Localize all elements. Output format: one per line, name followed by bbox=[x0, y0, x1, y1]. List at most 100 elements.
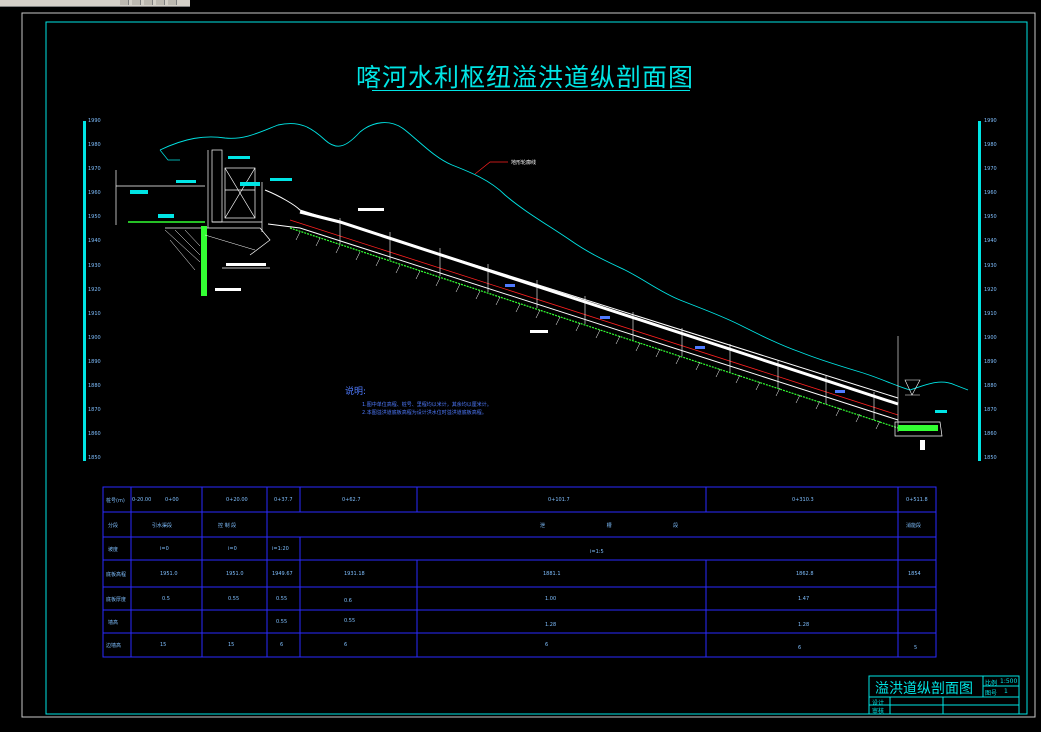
elevation-tick: 1870 bbox=[88, 407, 101, 413]
table-row-label: 桩号(m) bbox=[106, 498, 125, 504]
elevation-tick: 1950 bbox=[88, 214, 101, 220]
table-cell: i=1:5 bbox=[590, 549, 604, 555]
cutoff-wall-foundation bbox=[164, 226, 271, 296]
table-cell: 0.55 bbox=[276, 596, 288, 602]
table-cell: 6 bbox=[280, 642, 284, 648]
elevation-tick: 1990 bbox=[984, 118, 997, 124]
table-row-label: 底板高程 bbox=[106, 572, 127, 578]
title-block-scale-label: 比例 bbox=[985, 680, 998, 687]
elevation-tick: 1850 bbox=[88, 455, 101, 461]
table-cell: 6 bbox=[798, 645, 802, 651]
table-cell: 0+62.7 bbox=[342, 497, 361, 503]
terrain-label: 地形轮廓线 bbox=[511, 160, 537, 166]
table-cell: 15 bbox=[228, 642, 235, 648]
note-line: 2.本图溢洪道底板高程为设计洪水位时溢洪道底板高程。 bbox=[362, 410, 487, 416]
table-cell: 0.5 bbox=[162, 596, 170, 602]
table-cell: 1862.8 bbox=[796, 571, 814, 577]
table-cell: 泄 槽 段 bbox=[540, 523, 709, 529]
elevation-tick: 1870 bbox=[984, 407, 997, 413]
elevation-tick: 1990 bbox=[88, 118, 101, 124]
elevation-tick: 1860 bbox=[984, 431, 997, 437]
table-row-label: 墙高 bbox=[108, 620, 119, 626]
table-cell: 0.55 bbox=[228, 596, 240, 602]
stilling-basin bbox=[894, 336, 947, 450]
elevation-tick: 1930 bbox=[88, 263, 101, 269]
table-cell: 0.6 bbox=[344, 598, 352, 604]
table-cell: 0+20.00 bbox=[226, 497, 248, 503]
sheet-outer-border bbox=[21, 12, 1036, 718]
approach-channel bbox=[115, 170, 205, 225]
table-cell: 0+00 bbox=[165, 497, 179, 503]
elevation-tick: 1850 bbox=[984, 455, 997, 461]
table-cell: 0.55 bbox=[344, 618, 356, 624]
terrain-label-leader bbox=[474, 161, 508, 175]
notes-heading: 说明: bbox=[345, 387, 367, 397]
title-block-name: 溢洪道纵剖面图 bbox=[875, 681, 973, 697]
table-cell: 引水渠段 bbox=[152, 523, 173, 529]
elevation-tick: 1890 bbox=[88, 359, 101, 365]
table-cell: 0+101.7 bbox=[548, 497, 570, 503]
right-elevation-scale bbox=[978, 121, 981, 461]
elevation-tick: 1930 bbox=[984, 263, 997, 269]
drawing-title: 喀河水利枢纽溢洪道纵剖面图 bbox=[355, 63, 694, 92]
table-cell: 0+511.8 bbox=[906, 497, 928, 503]
elevation-tick: 1900 bbox=[88, 335, 101, 341]
table-cell: 6 bbox=[545, 642, 549, 648]
elevation-tick: 1890 bbox=[984, 359, 997, 365]
table-cell: 1.47 bbox=[798, 596, 810, 602]
title-block-check-label: 审核 bbox=[872, 708, 885, 715]
table-cell: 1951.0 bbox=[160, 571, 178, 577]
table-cell: 1951.0 bbox=[226, 571, 244, 577]
terrain-profile-line bbox=[159, 122, 969, 391]
table-cell: 1.28 bbox=[798, 622, 810, 628]
elevation-tick: 1960 bbox=[984, 190, 997, 196]
elevation-tick: 1920 bbox=[88, 287, 101, 293]
cad-drawing-canvas[interactable] bbox=[0, 0, 1041, 732]
left-elevation-scale bbox=[83, 121, 86, 461]
table-cell: i=1:20 bbox=[272, 546, 289, 552]
table-row-label: 坡度 bbox=[108, 547, 119, 553]
elevation-tick: 1940 bbox=[88, 238, 101, 244]
table-cell: i=0 bbox=[228, 546, 237, 552]
table-cell: 1.28 bbox=[545, 622, 557, 628]
table-cell: 1931.18 bbox=[344, 571, 365, 577]
chute-anchor-hatching bbox=[295, 231, 881, 430]
elevation-tick: 1900 bbox=[984, 335, 997, 341]
gate-control-structure bbox=[207, 149, 292, 232]
table-cell: 控 制 段 bbox=[218, 523, 237, 529]
table-cell: 1949.67 bbox=[272, 571, 293, 577]
table-cell: 0-20.00 bbox=[132, 497, 152, 503]
table-row-label: 底板厚度 bbox=[106, 597, 127, 603]
elevation-tick: 1960 bbox=[88, 190, 101, 196]
elevation-tick: 1880 bbox=[88, 383, 101, 389]
table-cell: 6 bbox=[344, 642, 348, 648]
table-row-label: 边墙高 bbox=[106, 643, 122, 649]
table-cell: 0+310.3 bbox=[792, 497, 814, 503]
elevation-tick: 1970 bbox=[88, 166, 101, 172]
title-underline bbox=[372, 90, 690, 91]
table-cell: 0.55 bbox=[276, 619, 288, 625]
title-block-scale-value: 1:500 bbox=[1000, 678, 1018, 685]
elevation-tick: 1910 bbox=[984, 311, 997, 317]
table-cell: 1.00 bbox=[545, 596, 557, 602]
elevation-tick: 1910 bbox=[88, 311, 101, 317]
table-cell: i=0 bbox=[160, 546, 169, 552]
table-cell: 0+37.7 bbox=[274, 497, 293, 503]
title-block-sheet-label: 图号 bbox=[985, 690, 998, 697]
elevation-tick: 1880 bbox=[984, 383, 997, 389]
table-cell: 1881.1 bbox=[543, 571, 561, 577]
table-row-label: 分段 bbox=[108, 523, 119, 529]
elevation-tick: 1950 bbox=[984, 214, 997, 220]
table-cell: 消能段 bbox=[906, 523, 922, 529]
elevation-tick: 1860 bbox=[88, 431, 101, 437]
table-cell: 5 bbox=[914, 645, 918, 651]
table-cell: 15 bbox=[160, 642, 167, 648]
elevation-tick: 1980 bbox=[88, 142, 101, 148]
elevation-tick: 1970 bbox=[984, 166, 997, 172]
title-block-sheet-value: 1 bbox=[1004, 688, 1008, 695]
note-line: 1.图中单位高程、桩号、里程均以米计，其余均以厘米计。 bbox=[362, 402, 492, 408]
table-cell: 1854 bbox=[908, 571, 921, 577]
elevation-tick: 1920 bbox=[984, 287, 997, 293]
elevation-tick: 1980 bbox=[984, 142, 997, 148]
elevation-tick: 1940 bbox=[984, 238, 997, 244]
